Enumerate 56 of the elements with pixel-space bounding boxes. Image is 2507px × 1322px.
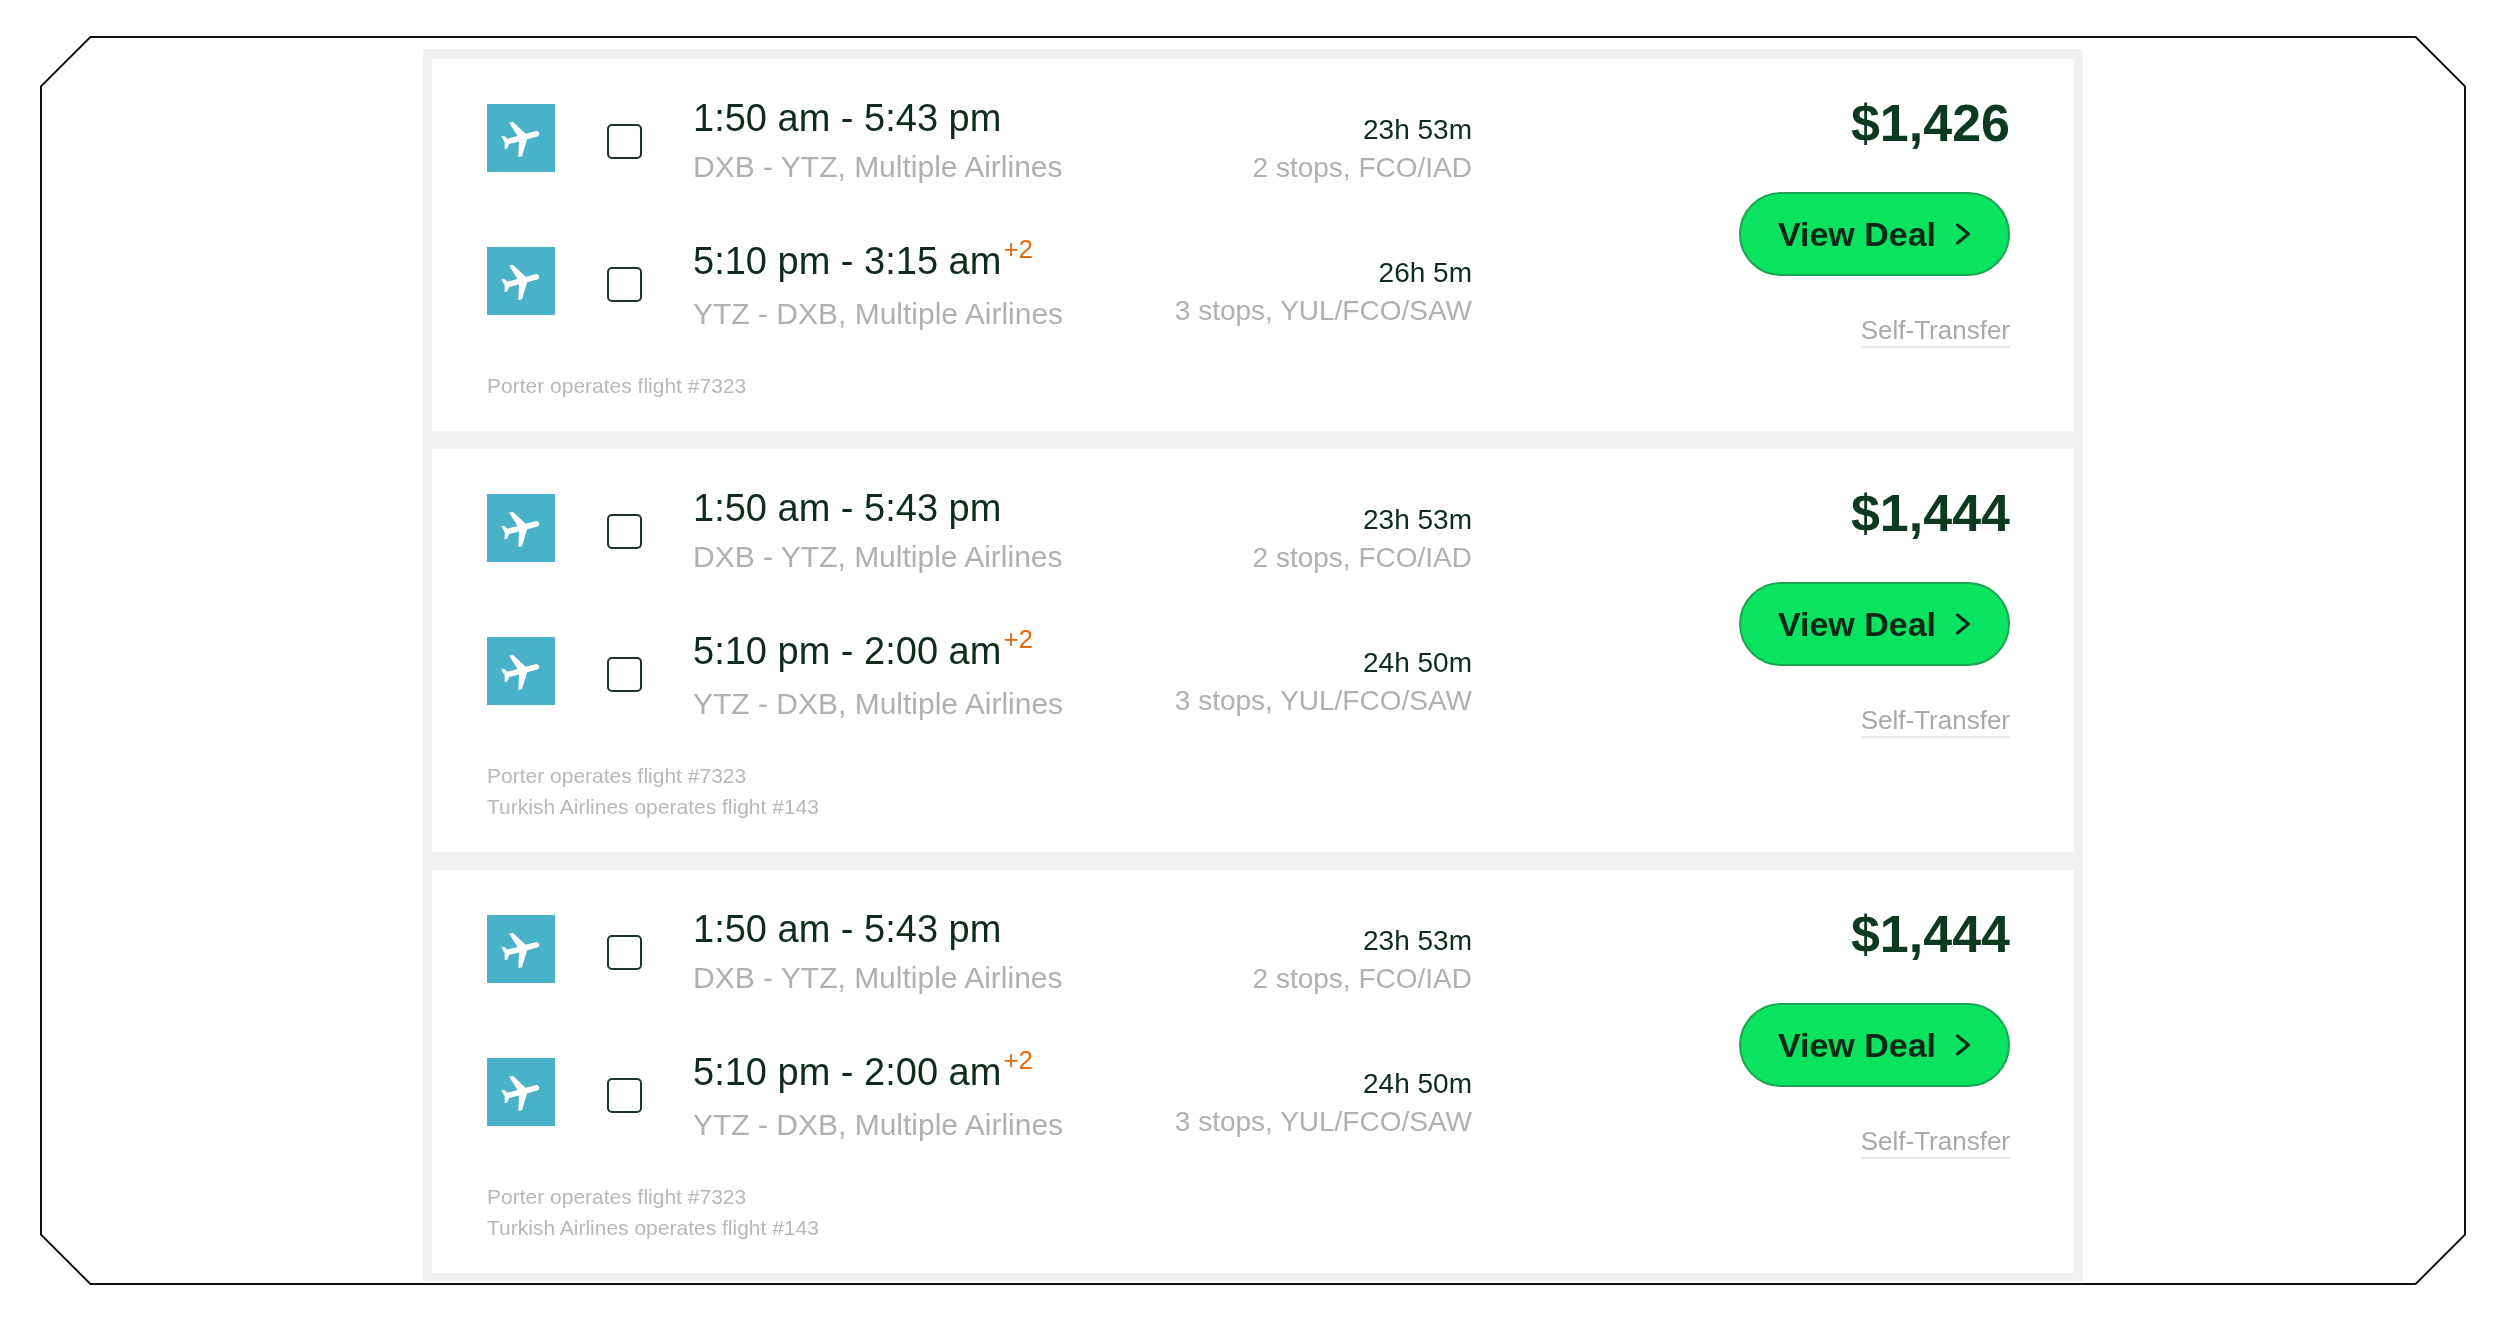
- checkbox[interactable]: [607, 514, 642, 549]
- flight-duration: 23h 53m: [1363, 503, 1472, 537]
- flight-times: 1:50 am - 5:43 pm: [693, 908, 1002, 950]
- flight-duration: 26h 5m: [1378, 256, 1472, 290]
- route-airlines: DXB - YTZ, Multiple Airlines: [693, 539, 1063, 575]
- price: $1,444: [1850, 483, 2010, 543]
- self-transfer-label: Self-Transfer: [1860, 315, 2010, 348]
- checkbox[interactable]: [607, 1078, 642, 1113]
- operator-note: Turkish Airlines operates flight #143: [487, 794, 819, 820]
- airplane-icon: [487, 247, 555, 315]
- operator-note: Porter operates flight #7323: [487, 763, 747, 789]
- flight-times: 5:10 pm - 3:15 am: [693, 240, 1002, 282]
- route-airlines: YTZ - DXB, Multiple Airlines: [693, 1107, 1064, 1143]
- airplane-icon: [487, 637, 555, 705]
- checkbox[interactable]: [607, 267, 642, 302]
- airplane-icon: [487, 104, 555, 172]
- stops-info: 2 stops, FCO/IAD: [1252, 151, 1472, 185]
- airplane-icon: [487, 494, 555, 562]
- day-offset: +2: [1003, 624, 1034, 655]
- stops-info: 3 stops, YUL/FCO/SAW: [1174, 294, 1472, 328]
- flight-times: 5:10 pm - 2:00 am: [693, 630, 1002, 672]
- day-offset: +2: [1003, 1045, 1034, 1076]
- self-transfer-label: Self-Transfer: [1860, 705, 2010, 738]
- operator-note: Turkish Airlines operates flight #143: [487, 1215, 819, 1241]
- airplane-icon: [487, 915, 555, 983]
- operator-note: Porter operates flight #7323: [487, 373, 747, 399]
- price: $1,426: [1850, 93, 2010, 153]
- flight-duration: 24h 50m: [1363, 646, 1472, 680]
- chevron-right-icon: [1955, 613, 1972, 635]
- flight-duration: 24h 50m: [1363, 1067, 1472, 1101]
- view-deal-button[interactable]: View Deal: [1739, 192, 2010, 276]
- checkbox[interactable]: [607, 657, 642, 692]
- checkbox[interactable]: [607, 935, 642, 970]
- route-airlines: DXB - YTZ, Multiple Airlines: [693, 149, 1063, 185]
- price: $1,444: [1850, 904, 2010, 964]
- route-airlines: YTZ - DXB, Multiple Airlines: [693, 686, 1064, 722]
- stops-info: 2 stops, FCO/IAD: [1252, 541, 1472, 575]
- operator-note: Porter operates flight #7323: [487, 1184, 747, 1210]
- flight-times: 1:50 am - 5:43 pm: [693, 97, 1002, 139]
- flight-duration: 23h 53m: [1363, 924, 1472, 958]
- route-airlines: YTZ - DXB, Multiple Airlines: [693, 296, 1064, 332]
- chevron-right-icon: [1955, 223, 1972, 245]
- view-deal-button[interactable]: View Deal: [1739, 582, 2010, 666]
- view-deal-button[interactable]: View Deal: [1739, 1003, 2010, 1087]
- flight-duration: 23h 53m: [1363, 113, 1472, 147]
- route-airlines: DXB - YTZ, Multiple Airlines: [693, 960, 1063, 996]
- day-offset: +2: [1003, 234, 1034, 265]
- stops-info: 3 stops, YUL/FCO/SAW: [1174, 684, 1472, 718]
- stops-info: 2 stops, FCO/IAD: [1252, 962, 1472, 996]
- chevron-right-icon: [1955, 1034, 1972, 1056]
- self-transfer-label: Self-Transfer: [1860, 1126, 2010, 1159]
- stops-info: 3 stops, YUL/FCO/SAW: [1174, 1105, 1472, 1139]
- checkbox[interactable]: [607, 124, 642, 159]
- airplane-icon: [487, 1058, 555, 1126]
- flight-times: 1:50 am - 5:43 pm: [693, 487, 1002, 529]
- flight-times: 5:10 pm - 2:00 am: [693, 1051, 1002, 1093]
